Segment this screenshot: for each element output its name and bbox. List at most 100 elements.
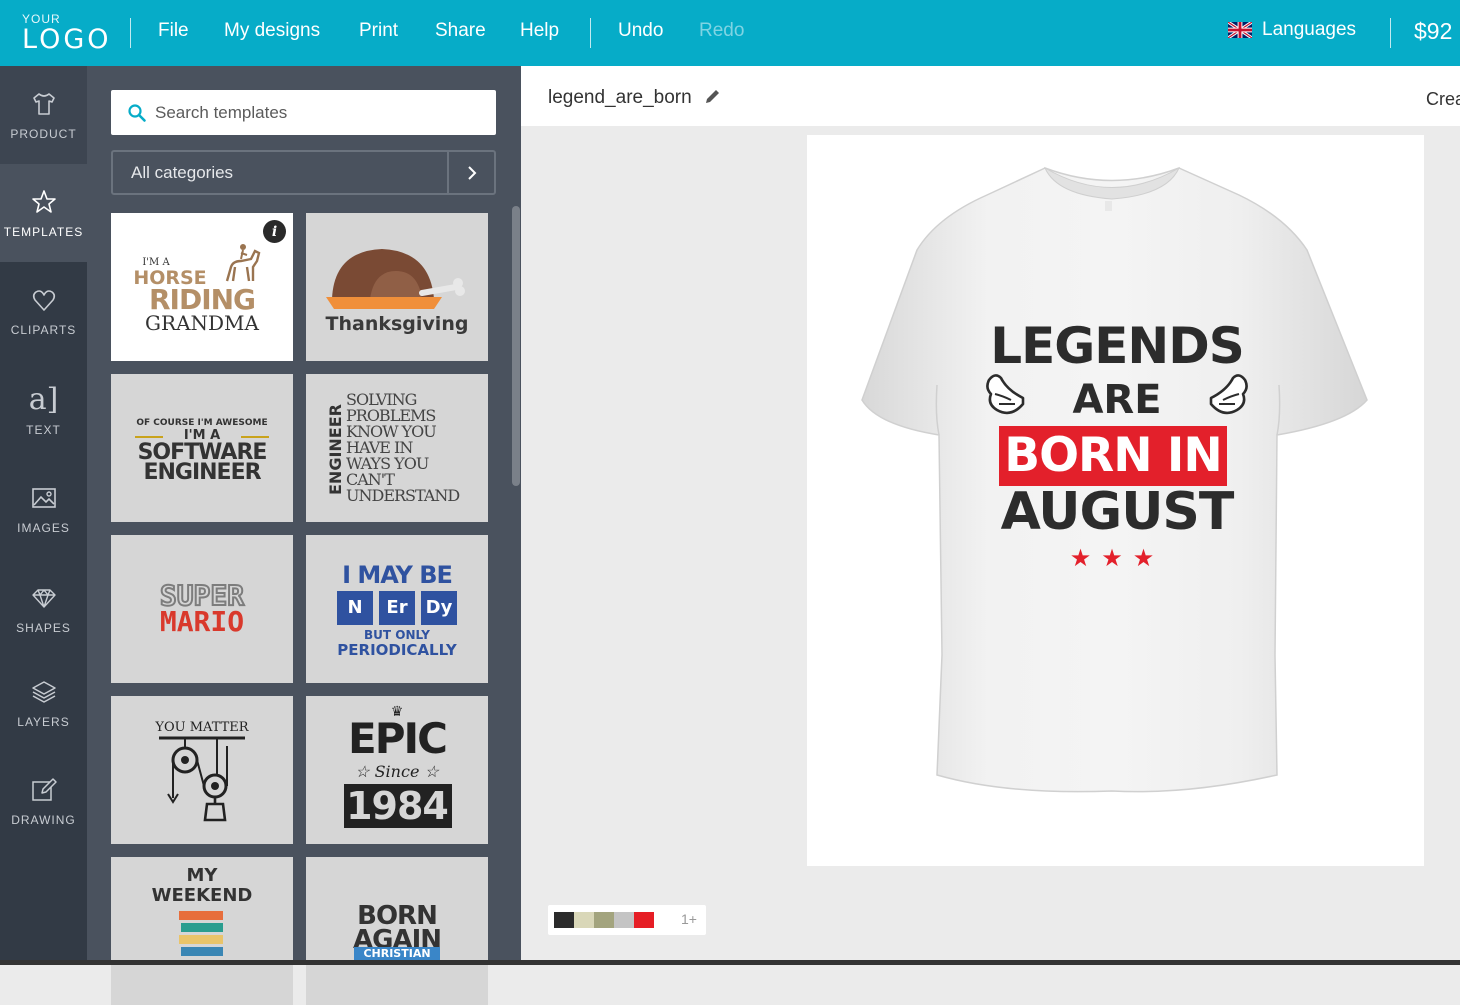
text-icon: a] <box>28 381 59 417</box>
bottom-edge <box>0 960 1460 965</box>
color-swatch <box>634 912 654 928</box>
layers-icon <box>31 680 56 703</box>
mario-colored-text: MARIO <box>111 605 293 638</box>
color-swatch <box>614 912 634 928</box>
template-text: 1984 <box>346 784 449 828</box>
template-text: CHRISTIAN <box>363 947 431 960</box>
info-icon[interactable]: i <box>263 220 286 243</box>
design-line-born-in: BORN IN <box>1004 428 1223 483</box>
template-text: UNDERSTAND <box>346 486 460 505</box>
search-input[interactable] <box>155 102 475 123</box>
sidebar-item-label: PRODUCT <box>10 126 77 141</box>
divider <box>590 18 591 48</box>
books-icon <box>179 911 223 956</box>
sidebar-item-label: CLIPARTS <box>10 322 77 337</box>
image-icon <box>31 487 56 508</box>
color-swatch <box>574 912 594 928</box>
engineer-text-block: SOLVING PROBLEMS KNOW YOU HAVE IN WAYS Y… <box>346 392 460 505</box>
top-bar: YOUR LOGO File My designs Print Share He… <box>0 0 1460 66</box>
sidebar-item-text[interactable]: a] TEXT <box>0 362 87 460</box>
template-horse-riding[interactable]: i I'M A HORSE RIDING GRANDMA <box>111 213 293 361</box>
category-select[interactable]: All categories <box>111 150 496 195</box>
document-name[interactable]: legend_are_born <box>548 87 692 109</box>
template-text: OF COURSE I'M AWESOME <box>136 418 268 428</box>
sidebar-item-product[interactable]: PRODUCT <box>0 66 87 164</box>
sidebar-item-label: SHAPES <box>16 620 71 635</box>
template-thanksgiving[interactable]: Thanksgiving <box>306 213 488 361</box>
menu-file[interactable]: File <box>158 20 189 42</box>
sidebar-item-label: LAYERS <box>17 714 70 729</box>
create-button[interactable]: Crea <box>1426 89 1460 110</box>
search-box[interactable] <box>111 90 496 135</box>
star-icon: ☆ <box>355 762 375 781</box>
template-text: Since <box>374 762 420 781</box>
menu-print[interactable]: Print <box>359 20 398 42</box>
tool-sidebar: PRODUCT TEMPLATES CLIPARTS a] TEXT IMAGE… <box>0 66 87 965</box>
menu-share[interactable]: Share <box>435 20 486 42</box>
star-icon <box>31 189 56 213</box>
menu-my-designs[interactable]: My designs <box>224 20 320 42</box>
element-tile: N <box>337 591 373 625</box>
color-swatch <box>594 912 614 928</box>
sidebar-item-label: IMAGES <box>17 520 70 535</box>
sidebar-item-drawing[interactable]: DRAWING <box>0 752 87 850</box>
template-my-weekend[interactable]: MY WEEKEND <box>111 857 293 1005</box>
logo[interactable]: YOUR LOGO <box>22 12 112 56</box>
divider <box>130 18 131 48</box>
template-text: I MAY BE <box>342 561 453 589</box>
template-epic-1984[interactable]: ♛ EPIC ☆ Since ☆ 1984 <box>306 696 488 844</box>
template-text: WEEKEND <box>151 885 253 906</box>
languages-button[interactable]: Languages <box>1228 19 1356 41</box>
turkey-icon <box>326 249 465 309</box>
element-tile: Er <box>379 591 415 625</box>
design-stars: ★★★ <box>1069 544 1165 572</box>
template-text: ENGINEER <box>325 404 345 495</box>
sidebar-item-label: TEMPLATES <box>3 224 84 239</box>
uk-flag-icon <box>1228 22 1252 38</box>
template-text: BUT ONLY <box>364 628 430 642</box>
design-line-august: AUGUST <box>1000 482 1235 542</box>
template-text: Thanksgiving <box>325 313 469 335</box>
template-text: EPIC <box>348 714 448 763</box>
languages-label: Languages <box>1262 19 1357 40</box>
category-next-button[interactable] <box>447 152 494 193</box>
star-icon: ☆ <box>419 762 439 781</box>
undo-button[interactable]: Undo <box>618 20 663 42</box>
tshirt-icon <box>32 92 55 115</box>
document-bar: legend_are_born Crea <box>521 66 1460 126</box>
divider <box>1390 18 1391 48</box>
pencil-icon[interactable] <box>704 88 721 105</box>
template-engineer[interactable]: ENGINEER SOLVING PROBLEMS KNOW YOU HAVE … <box>306 374 488 522</box>
design-stage[interactable]: LEGENDS ARE BORN IN AUGUST ★★★ <box>807 135 1424 866</box>
used-colors-palette[interactable]: 1+ <box>548 905 706 935</box>
template-text: MY <box>186 865 218 886</box>
templates-panel: All categories i I'M A HORSE RIDING GRAN… <box>87 66 521 1005</box>
template-text: GRANDMA <box>145 311 259 335</box>
logo-text: LOGO <box>22 24 112 55</box>
wing-right-icon <box>1209 374 1248 415</box>
sidebar-item-images[interactable]: IMAGES <box>0 460 87 558</box>
color-swatch <box>554 912 574 928</box>
sidebar-item-cliparts[interactable]: CLIPARTS <box>0 262 87 360</box>
design-line-legends: LEGENDS <box>990 317 1245 375</box>
template-born-again[interactable]: BORN AGAIN CHRISTIAN <box>306 857 488 1005</box>
price: $92 <box>1414 18 1453 44</box>
menu-help[interactable]: Help <box>520 20 559 42</box>
sidebar-item-shapes[interactable]: SHAPES <box>0 560 87 658</box>
template-you-matter[interactable]: YOU MATTER <box>111 696 293 844</box>
template-nerdy[interactable]: I MAY BE N Er Dy BUT ONLY PERIODICALLY <box>306 535 488 683</box>
sidebar-item-layers[interactable]: LAYERS <box>0 654 87 752</box>
redo-button[interactable]: Redo <box>699 20 744 42</box>
template-text: ENGINEER <box>143 460 261 485</box>
pulley-icon <box>159 736 245 822</box>
template-super-mario[interactable]: SUPER MARIO <box>111 535 293 683</box>
sidebar-item-templates[interactable]: TEMPLATES <box>0 164 87 262</box>
panel-scrollbar[interactable] <box>512 206 520 486</box>
heart-icon <box>32 289 55 311</box>
canvas-area: legend_are_born Crea LEGENDS ARE <box>521 66 1460 965</box>
sidebar-item-label: TEXT <box>26 422 61 437</box>
sidebar-item-label: DRAWING <box>11 812 76 827</box>
category-label: All categories <box>131 162 234 182</box>
template-software-engineer[interactable]: OF COURSE I'M AWESOME I'M A SOFTWARE ENG… <box>111 374 293 522</box>
edit-icon <box>31 777 57 801</box>
